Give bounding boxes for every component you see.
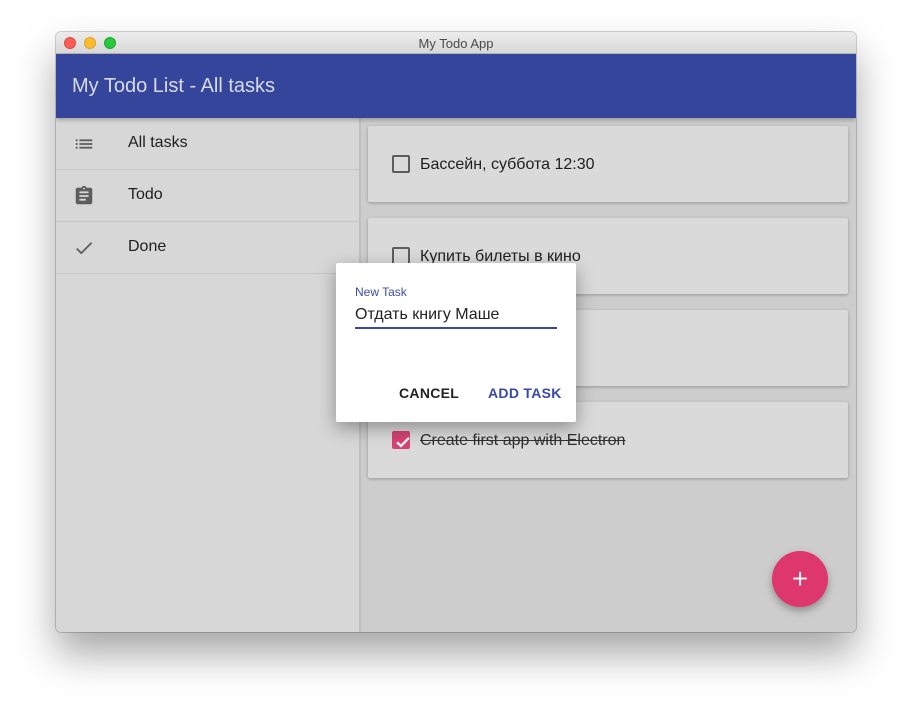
add-task-button[interactable]: ADD TASK (488, 385, 562, 401)
title-bar: My Todo App (56, 32, 856, 54)
new-task-label: New Task (355, 285, 407, 299)
app-window: My Todo App My Todo List - All tasks All… (56, 32, 856, 632)
new-task-input[interactable] (355, 303, 557, 329)
new-task-dialog: New Task CANCEL ADD TASK (336, 263, 576, 422)
window-title: My Todo App (418, 36, 494, 51)
cancel-button[interactable]: CANCEL (399, 385, 459, 401)
